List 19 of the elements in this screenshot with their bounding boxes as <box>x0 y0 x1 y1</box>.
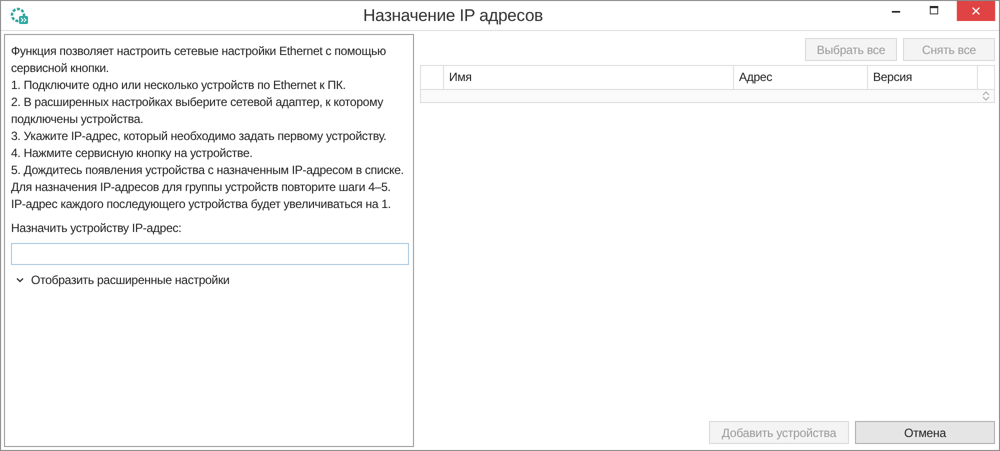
field-label: Назначить устройству IP-адрес: <box>11 220 182 237</box>
column-header[interactable]: Адрес <box>734 66 868 89</box>
column-header[interactable]: Версия <box>868 66 978 89</box>
app-logo-icon <box>9 6 29 26</box>
instruction-text: 5. Дождитесь появления устройства с назначенным IP-адресом в списке. <box>11 162 405 179</box>
column-header[interactable]: Имя <box>444 66 734 89</box>
advanced-settings-toggle[interactable]: Отобразить расширенные настройки <box>31 273 230 287</box>
instruction-text: 3. Укажите IP-адрес, который необходимо задать первому устройству. <box>11 128 388 145</box>
cancel-button[interactable]: Отмена <box>855 421 995 444</box>
instruction-text: IP-адрес каждого последующего устройства будет увеличиваться на 1. <box>11 196 392 213</box>
instruction-text: 4. Нажмите сервисную кнопку на устройстве. <box>11 145 254 162</box>
instruction-text: 1. Подключите одно или несколько устройств по Ethernet к ПК. <box>11 77 347 94</box>
chevron-icon[interactable] <box>15 275 25 285</box>
instruction-text: Для назначения IP-адресов для группы устройств повторите шаги 4–5. <box>11 179 392 196</box>
scroll-arrows-icon[interactable] <box>981 90 991 102</box>
ip-address-field[interactable] <box>11 243 409 265</box>
instruction-text: Функция позволяет настроить сетевые настройки Ethernet с помощью сервисной кнопки. <box>11 43 387 77</box>
window-title: Назначение IP адресов <box>362 6 544 26</box>
instruction-text: 2. В расширенных настройках выберите сетевой адаптер, к которому подключены устройства. <box>11 94 384 128</box>
